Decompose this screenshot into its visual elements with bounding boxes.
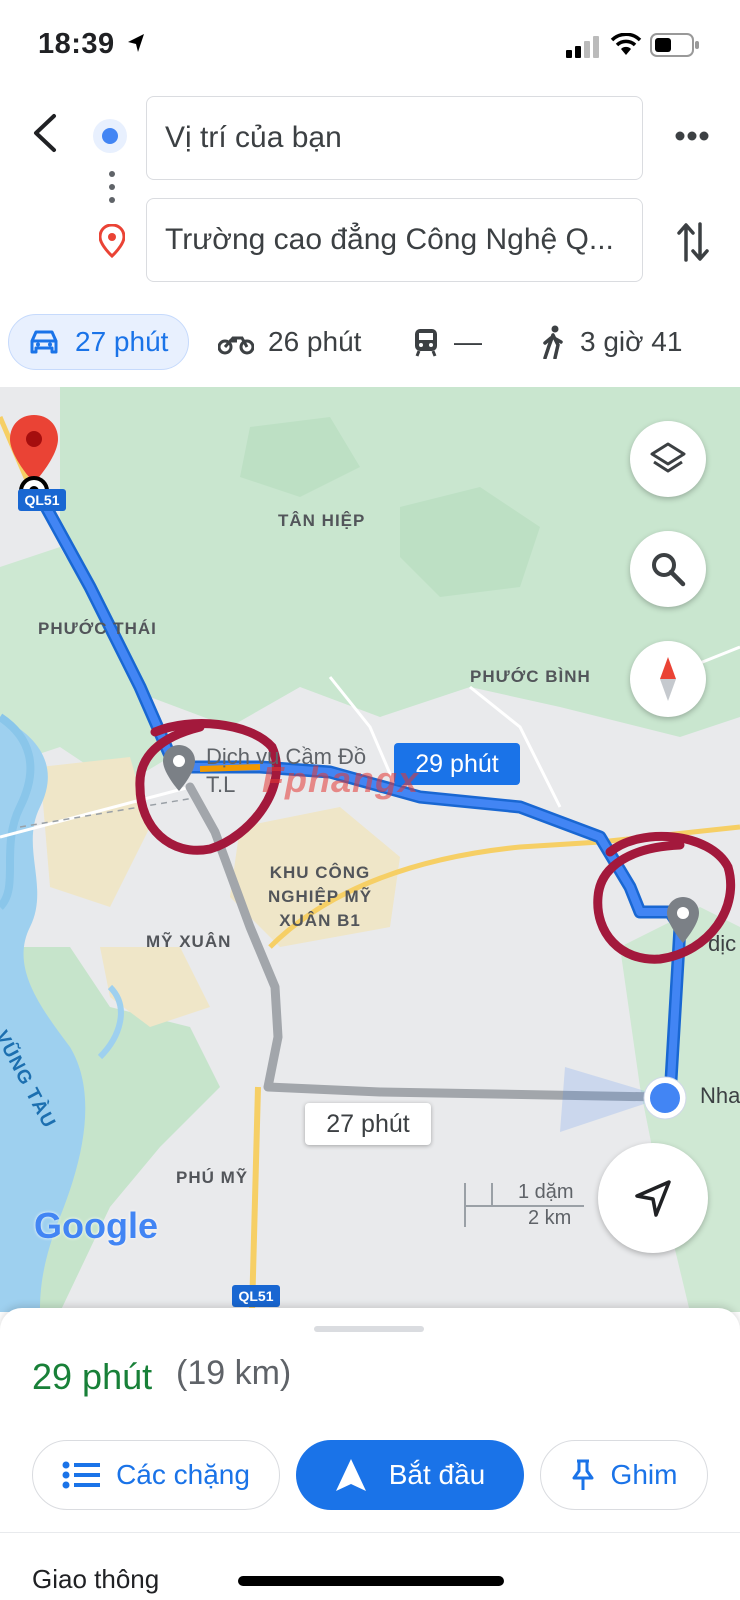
origin-field[interactable]: Vị trí của bạn (146, 96, 643, 180)
steps-button[interactable]: Các chặng (32, 1440, 280, 1510)
swap-icon[interactable] (676, 220, 710, 264)
more-options-icon[interactable] (674, 130, 710, 142)
road-shield-ql51-bottom: QL51 (232, 1285, 280, 1307)
current-location-dot-icon (643, 1076, 687, 1120)
mode-car-label: 27 phút (75, 326, 169, 357)
route-dots-icon (109, 171, 115, 203)
google-logo: Google (34, 1205, 158, 1246)
layers-button[interactable] (630, 421, 706, 497)
route-distance: (19 km) (176, 1354, 292, 1392)
section-divider (0, 1532, 740, 1533)
motorbike-icon (218, 336, 254, 355)
walk-icon (543, 325, 563, 359)
mode-transit-label: — (454, 326, 482, 357)
transit-icon (415, 329, 437, 357)
origin-dot-icon (93, 119, 127, 153)
map-label-nha: Nha (700, 1083, 740, 1108)
map-label-my-xuan: MỸ XUÂN (146, 932, 232, 951)
mode-motorbike-label: 26 phút (268, 326, 362, 357)
pin-icon (572, 1459, 594, 1490)
route-alt-label[interactable]: 27 phút (305, 1103, 431, 1145)
map-label-tan-hiep: TÂN HIỆP (278, 511, 366, 530)
destination-field[interactable]: Trường cao đẳng Công Nghệ Q... (146, 198, 643, 282)
scale-km: 2 km (528, 1207, 572, 1229)
poi-pin-icon[interactable] (664, 895, 702, 947)
destination-pin-icon (99, 224, 125, 258)
map-label-phuoc-binh: PHƯỚC BÌNH (470, 667, 591, 686)
steps-label: Các chặng (116, 1459, 250, 1490)
destination-text: Trường cao đẳng Công Nghệ Q... (165, 223, 614, 256)
map-view[interactable]: QL51 QL51 TÂN HIỆP PHƯỚC THÁI PHƯỚC BÌNH… (0, 387, 740, 1312)
layers-icon (650, 442, 686, 473)
poi-pin-icon[interactable] (160, 743, 198, 795)
map-label-dic: dịc (708, 931, 737, 956)
mode-transit-tab[interactable]: — (412, 314, 482, 370)
start-label: Bắt đầu (388, 1459, 486, 1490)
list-icon (62, 1461, 101, 1489)
map-label-phuoc-thai: PHƯỚC THÁI (38, 619, 157, 638)
battery-icon (650, 33, 699, 57)
search-icon (652, 553, 686, 587)
home-indicator[interactable] (238, 1576, 504, 1586)
back-arrow-icon[interactable] (28, 113, 62, 153)
mode-walk-label: 3 giờ 41 (580, 326, 683, 357)
compass-button[interactable] (630, 641, 706, 717)
location-arrow-icon (128, 34, 144, 52)
search-button[interactable] (630, 531, 706, 607)
navigation-arrow-icon (635, 1180, 671, 1217)
mode-car-tab[interactable]: 27 phút (8, 314, 189, 370)
road-shield-ql51-top: QL51 (18, 489, 66, 511)
drag-handle[interactable] (314, 1326, 424, 1332)
scale-miles: 1 dặm (518, 1181, 574, 1203)
mode-motorbike-tab[interactable]: 26 phút (218, 314, 361, 370)
car-icon (30, 330, 58, 354)
pin-label: Ghim (610, 1459, 678, 1490)
pin-button[interactable]: Ghim (540, 1440, 708, 1510)
navigation-start-icon (335, 1459, 366, 1491)
wifi-icon (610, 33, 642, 55)
map-scale: 1 dặm 2 km (464, 1181, 584, 1229)
route-duration: 29 phút (32, 1356, 153, 1397)
watermark-logo: Fphangx (262, 759, 419, 800)
cellular-signal-icon (566, 36, 599, 58)
map-label-phu-my: PHÚ MỸ (176, 1168, 249, 1187)
status-time: 18:39 (38, 28, 115, 60)
status-bar: 18:39 (0, 0, 740, 90)
traffic-section-title: Giao thông (32, 1564, 160, 1594)
recenter-button[interactable] (598, 1143, 708, 1253)
mode-walk-tab[interactable]: 3 giờ 41 (540, 314, 682, 370)
origin-text: Vị trí của bạn (165, 121, 342, 154)
map-label-kcn-my-xuan-b1: KHU CÔNG NGHIỆP MỸ XUÂN B1 (267, 863, 373, 930)
start-button[interactable]: Bắt đầu (296, 1440, 524, 1510)
compass-icon (660, 657, 676, 701)
